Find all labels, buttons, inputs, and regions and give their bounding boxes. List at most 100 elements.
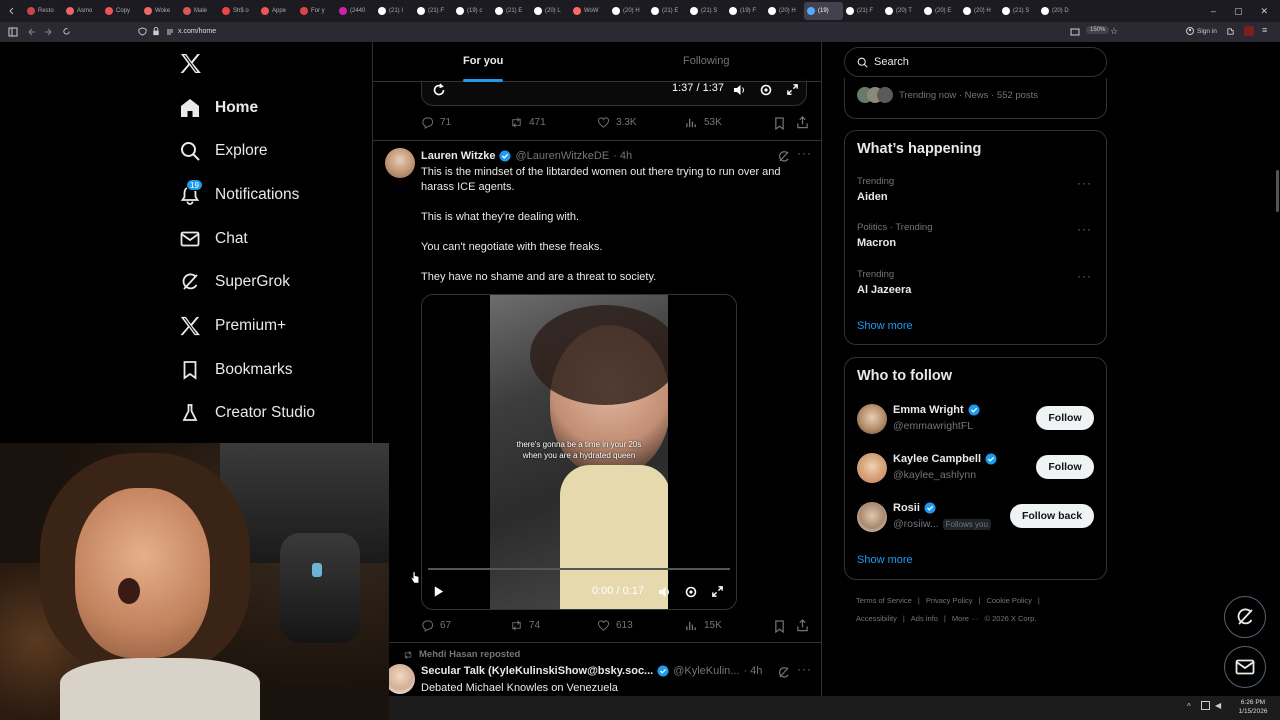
page-info-icon[interactable] bbox=[166, 28, 174, 36]
extensions-icon[interactable] bbox=[1226, 27, 1235, 36]
reposted-by[interactable]: Mehdi Hasan reposted bbox=[419, 649, 520, 660]
maximize-icon[interactable]: ▢ bbox=[1234, 6, 1243, 17]
follow-back-button[interactable]: Follow back bbox=[1010, 504, 1094, 528]
more-options-icon[interactable]: ··· bbox=[1077, 176, 1092, 190]
trend-name[interactable]: Macron bbox=[857, 237, 896, 249]
extension-icon[interactable] bbox=[1244, 26, 1254, 36]
grok-icon[interactable] bbox=[777, 666, 790, 679]
browser-tab[interactable]: (20) H bbox=[960, 2, 999, 20]
browser-tab[interactable]: Appe bbox=[258, 2, 297, 20]
author-name[interactable]: Secular Talk (KyleKulinskiShow@bsky.soc.… bbox=[421, 665, 653, 677]
follow-button[interactable]: Follow bbox=[1036, 455, 1094, 479]
browser-tab[interactable]: Resto bbox=[24, 2, 63, 20]
repost-button[interactable]: 74 bbox=[510, 619, 540, 632]
taskbar-date[interactable]: 1/15/2026 bbox=[1233, 708, 1273, 715]
forward-icon[interactable] bbox=[44, 28, 52, 36]
more-options-icon[interactable]: ··· bbox=[797, 662, 812, 676]
nav-premium[interactable]: Premium+ bbox=[180, 308, 286, 344]
browser-tab[interactable]: (20) H bbox=[765, 2, 804, 20]
browser-tab[interactable]: (20) T bbox=[882, 2, 921, 20]
grok-button[interactable] bbox=[1224, 596, 1266, 638]
bookmark-icon[interactable] bbox=[774, 620, 785, 633]
volume-tray-icon[interactable]: ◀ bbox=[1215, 701, 1221, 710]
replay-icon[interactable] bbox=[432, 83, 446, 97]
browser-tab[interactable]: (20) E bbox=[921, 2, 960, 20]
author-handle[interactable]: @KyleKulin... bbox=[673, 665, 739, 677]
menu-icon[interactable]: ≡ bbox=[1262, 25, 1267, 35]
tweet-time[interactable]: · 4h bbox=[743, 665, 762, 677]
minimize-icon[interactable]: – bbox=[1211, 6, 1216, 17]
views-button[interactable]: 15K bbox=[685, 619, 722, 632]
taskbar-time[interactable]: 6:26 PM bbox=[1233, 699, 1273, 706]
avatar[interactable] bbox=[385, 664, 415, 694]
browser-tab[interactable]: Male bbox=[180, 2, 219, 20]
nav-bookmarks[interactable]: Bookmarks bbox=[180, 352, 293, 388]
volume-icon[interactable] bbox=[732, 83, 746, 97]
like-button[interactable]: 613 bbox=[597, 619, 633, 632]
trending-now-card[interactable]: Trending now · News · 552 posts bbox=[844, 78, 1107, 119]
network-icon[interactable] bbox=[1201, 701, 1210, 710]
browser-tab[interactable]: (19) c bbox=[453, 2, 492, 20]
browser-tab[interactable]: Woke bbox=[141, 2, 180, 20]
fullscreen-icon[interactable] bbox=[711, 585, 724, 598]
browser-tab[interactable]: For y bbox=[297, 2, 336, 20]
browser-tab[interactable]: (21) I bbox=[375, 2, 414, 20]
browser-tab[interactable]: (20) L bbox=[531, 2, 570, 20]
nav-chat[interactable]: Chat bbox=[180, 221, 248, 257]
footer-link[interactable]: Privacy Policy bbox=[926, 596, 973, 605]
scrollbar-thumb[interactable] bbox=[1276, 170, 1279, 212]
browser-tab[interactable]: Sh$ o bbox=[219, 2, 258, 20]
fullscreen-icon[interactable] bbox=[786, 83, 799, 96]
url-text[interactable]: x.com/home bbox=[178, 28, 216, 35]
avatar[interactable] bbox=[857, 502, 887, 532]
browser-tab[interactable]: (21) E bbox=[492, 2, 531, 20]
search-input[interactable]: Search bbox=[844, 47, 1107, 77]
nav-home[interactable]: Home bbox=[180, 90, 258, 126]
browser-tab[interactable]: (20) H bbox=[609, 2, 648, 20]
video-player[interactable]: there's gonna be a time in your 20s when… bbox=[421, 294, 737, 610]
reply-button[interactable]: 67 bbox=[421, 619, 451, 632]
avatar[interactable] bbox=[385, 148, 415, 178]
more-options-icon[interactable]: ··· bbox=[797, 146, 812, 160]
user-name[interactable]: Kaylee Campbell bbox=[893, 453, 981, 465]
footer-link[interactable]: Accessibility bbox=[856, 614, 897, 623]
reload-icon[interactable] bbox=[62, 27, 71, 36]
tab-following[interactable]: Following bbox=[683, 55, 729, 67]
bookmark-icon[interactable] bbox=[774, 117, 785, 130]
browser-tab[interactable]: (19) bbox=[804, 2, 843, 20]
user-name[interactable]: Emma Wright bbox=[893, 404, 964, 416]
tweet-time[interactable]: · 4h bbox=[613, 150, 632, 162]
footer-link[interactable]: Ads info bbox=[911, 614, 938, 623]
zoom-level[interactable]: 150% bbox=[1086, 26, 1110, 34]
trend-name[interactable]: Aiden bbox=[857, 191, 888, 203]
trend-name[interactable]: Al Jazeera bbox=[857, 284, 911, 296]
footer-link[interactable]: Terms of Service bbox=[856, 596, 912, 605]
play-icon[interactable] bbox=[432, 585, 445, 598]
reader-mode-icon[interactable] bbox=[1070, 27, 1080, 37]
browser-tab[interactable]: Asmo bbox=[63, 2, 102, 20]
footer-link[interactable]: More ··· bbox=[952, 614, 979, 623]
volume-icon[interactable] bbox=[657, 585, 671, 599]
footer-link[interactable]: Cookie Policy bbox=[986, 596, 1031, 605]
nav-supergrok[interactable]: SuperGrok bbox=[180, 264, 290, 300]
bookmark-star-icon[interactable]: ☆ bbox=[1110, 26, 1118, 37]
messages-button[interactable] bbox=[1224, 646, 1266, 688]
more-options-icon[interactable]: ··· bbox=[1077, 269, 1092, 283]
browser-tab[interactable]: (21) F bbox=[843, 2, 882, 20]
reply-button[interactable]: 71 bbox=[421, 116, 451, 129]
avatar[interactable] bbox=[857, 453, 887, 483]
browser-tab[interactable]: (21) F bbox=[414, 2, 453, 20]
settings-icon[interactable] bbox=[759, 83, 773, 97]
tray-chevron-icon[interactable]: ^ bbox=[1187, 702, 1191, 711]
browser-tab[interactable]: (21) E bbox=[648, 2, 687, 20]
show-more-link[interactable]: Show more bbox=[857, 554, 913, 566]
share-icon[interactable] bbox=[796, 619, 809, 632]
settings-icon[interactable] bbox=[684, 585, 698, 599]
grok-icon[interactable] bbox=[777, 150, 790, 163]
browser-tab[interactable]: (21) S bbox=[687, 2, 726, 20]
back-icon[interactable] bbox=[28, 28, 36, 36]
views-button[interactable]: 53K bbox=[685, 116, 722, 129]
browser-tab[interactable]: Copy bbox=[102, 2, 141, 20]
share-icon[interactable] bbox=[796, 116, 809, 129]
author-name[interactable]: Lauren Witzke bbox=[421, 150, 495, 162]
